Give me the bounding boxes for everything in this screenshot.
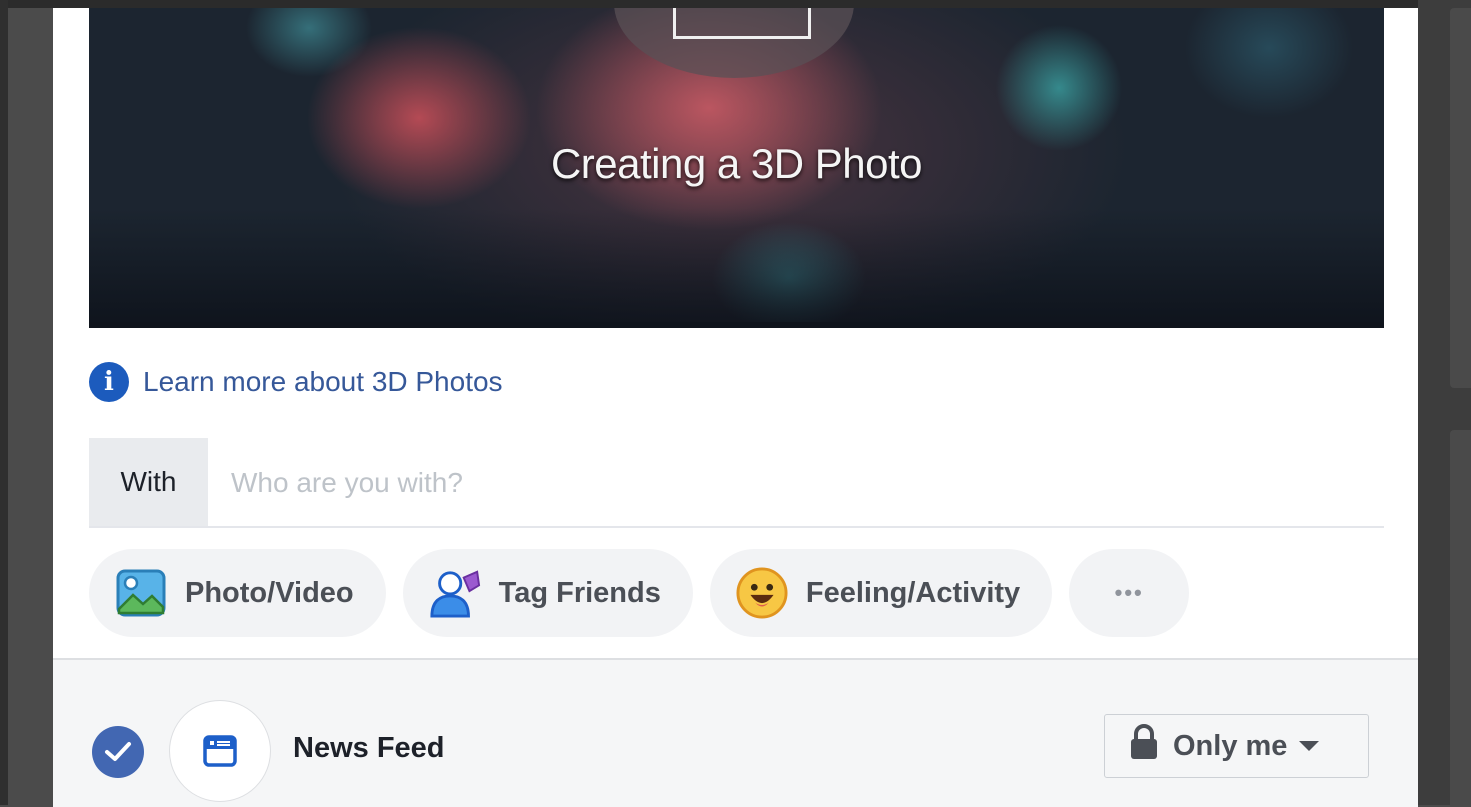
feeling-emoji-icon [736,567,788,619]
who-are-you-with-input[interactable] [229,460,1333,506]
info-icon: i [89,362,129,402]
post-destination-footer: News Feed Only me [53,658,1418,807]
tag-friends-button[interactable]: Tag Friends [402,549,693,637]
privacy-label: Only me [1173,729,1288,762]
preview-shade [89,208,1384,328]
privacy-selector[interactable]: Only me [1104,714,1369,778]
preview-title: Creating a 3D Photo [550,140,923,187]
tag-friends-icon [429,567,481,619]
learn-more-text[interactable]: Learn more about 3D Photos [143,366,503,398]
tag-friends-label: Tag Friends [498,576,661,609]
photo-frame-icon [673,8,811,39]
right-panel-bottom [1450,430,1471,805]
learn-more-link[interactable]: i Learn more about 3D Photos [89,362,503,402]
news-feed-icon [169,700,271,802]
photo-icon [115,567,167,619]
caret-down-icon [1299,741,1320,751]
news-feed-label: News Feed [293,732,445,764]
preview-bottom-edge [89,322,1384,328]
photo-video-label: Photo/Video [185,576,354,609]
news-feed-checkbox[interactable] [92,726,144,778]
3d-photo-preview[interactable]: Creating a 3D Photo [89,8,1384,328]
feeling-activity-label: Feeling/Activity [805,576,1021,609]
with-label: With [89,438,208,526]
more-options-button[interactable]: ••• [1069,549,1190,637]
with-row: With [89,438,1384,528]
checkmark-icon [105,742,131,761]
right-backdrop [1418,0,1471,805]
more-icon: ••• [1114,580,1144,605]
composer-actions: Photo/Video Tag Friends Feeling/Activity… [89,549,1190,637]
window-top-strip [0,0,1471,8]
feeling-activity-button[interactable]: Feeling/Activity [709,549,1053,637]
right-panel-top [1450,8,1471,388]
left-backdrop [0,0,8,805]
lock-icon [1129,724,1159,768]
composer-dialog: Creating a 3D Photo i Learn more about 3… [53,8,1418,807]
photo-video-button[interactable]: Photo/Video [89,549,386,637]
